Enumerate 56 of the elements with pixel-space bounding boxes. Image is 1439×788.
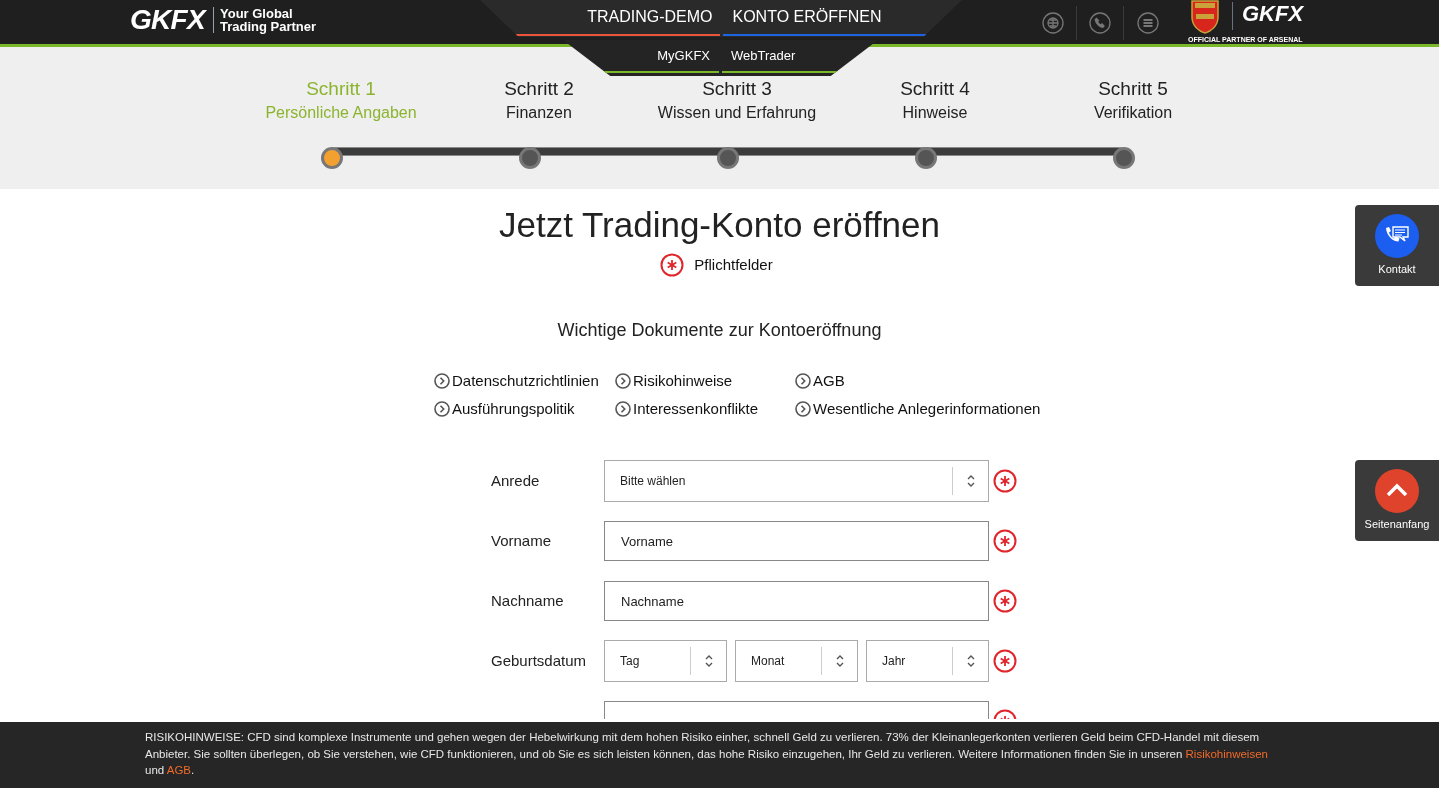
updown-caret-icon <box>703 654 714 668</box>
menu-icon[interactable] <box>1136 12 1159 34</box>
chevron-circle-icon <box>795 401 811 417</box>
logo-text[interactable]: GKFX <box>130 4 205 36</box>
shield-crest-icon <box>1190 0 1220 34</box>
document-link[interactable]: Ausführungspolitik <box>434 399 615 419</box>
select-field[interactable]: Tag <box>604 640 727 682</box>
chevron-circle-icon <box>434 401 450 417</box>
document-link[interactable]: Risikohinweise <box>615 371 795 391</box>
document-link[interactable]: Wesentliche Anlegerinformationen <box>795 399 1041 419</box>
updown-caret-icon <box>965 654 976 668</box>
risk-notice-text: RISIKOHINWEISE: CFD sind komplexe Instrumente und gehen wegen der Hebelwirkung mit dem hohen Risiko einher, schnell Geld zu verlieren. 73% der Kleinanlegerkonten verlieren Geld beim CFD-Handel mit diesem Anbieter. Sie sollten überlegen, ob Sie verstehen, wie CFD funktionieren, und ob Sie es sich leisten können, das hohe Risiko einzugehen, Ihr Geld zu verlieren. Weitere Informationen finden Sie in unseren Risikohinweisen und AGB. <box>145 730 1269 778</box>
partner-logo-text: GKFX <box>1242 1 1304 27</box>
chevron-circle-icon <box>615 401 631 417</box>
tagline-text: Trading Partner <box>220 20 317 33</box>
documents-heading: Wichtige Dokumente zur Kontoeröffnung <box>557 319 882 342</box>
risk-link[interactable]: Risikohinweisen <box>1185 747 1268 760</box>
select-field[interactable]: Bitte wählen <box>604 460 989 502</box>
chevron-circle-icon <box>615 373 631 389</box>
phone-icon[interactable] <box>1089 12 1111 34</box>
chevron-circle-icon <box>795 373 811 389</box>
chevron-up-icon <box>1375 469 1419 513</box>
phone-chat-icon <box>1375 214 1419 258</box>
document-link[interactable]: Interessenkonflikte <box>615 399 795 419</box>
step-title: Schritt 4 <box>900 77 970 101</box>
field-label: Anrede <box>491 470 541 491</box>
side-button[interactable]: Seitenanfang <box>1355 460 1439 541</box>
text-field[interactable]: Nachname <box>604 581 989 621</box>
field-label: Nachname <box>491 590 565 611</box>
document-link[interactable]: Datenschutzrichtlinien <box>434 371 615 391</box>
page-title: Jetzt Trading-Konto eröffnen <box>499 204 940 246</box>
select-field[interactable]: Jahr <box>866 640 989 682</box>
select-field[interactable]: Monat <box>735 640 858 682</box>
tagline-text: Your Global <box>220 7 294 20</box>
field-label: Vorname <box>491 530 553 551</box>
step-title: Schritt 3 <box>702 77 772 101</box>
nav-tab[interactable]: KONTO ERÖFFNEN <box>722 0 927 36</box>
field-label: Geburtsdatum <box>491 650 588 671</box>
nav-tab[interactable]: TRADING-DEMO <box>515 0 720 36</box>
side-button[interactable]: Kontakt <box>1355 205 1439 286</box>
step-title: Schritt 5 <box>1098 77 1168 101</box>
updown-caret-icon <box>834 654 845 668</box>
updown-caret-icon <box>965 474 976 488</box>
step-subtitle: Persönliche Angaben <box>265 103 417 123</box>
step-title: Schritt 2 <box>504 77 574 101</box>
required-icon <box>660 253 685 277</box>
document-link[interactable]: AGB <box>795 371 1041 391</box>
required-legend: Pflichtfelder <box>694 253 773 277</box>
step-subtitle: Hinweise <box>902 103 968 123</box>
chevron-circle-icon <box>434 373 450 389</box>
step-title: Schritt 1 <box>306 77 376 101</box>
text-field[interactable]: Vorname <box>604 521 989 561</box>
globe-icon[interactable] <box>1042 12 1064 34</box>
step-subtitle: Wissen und Erfahrung <box>657 103 817 123</box>
step-subtitle: Verifikation <box>1093 103 1173 123</box>
step-subtitle: Finanzen <box>506 103 572 123</box>
